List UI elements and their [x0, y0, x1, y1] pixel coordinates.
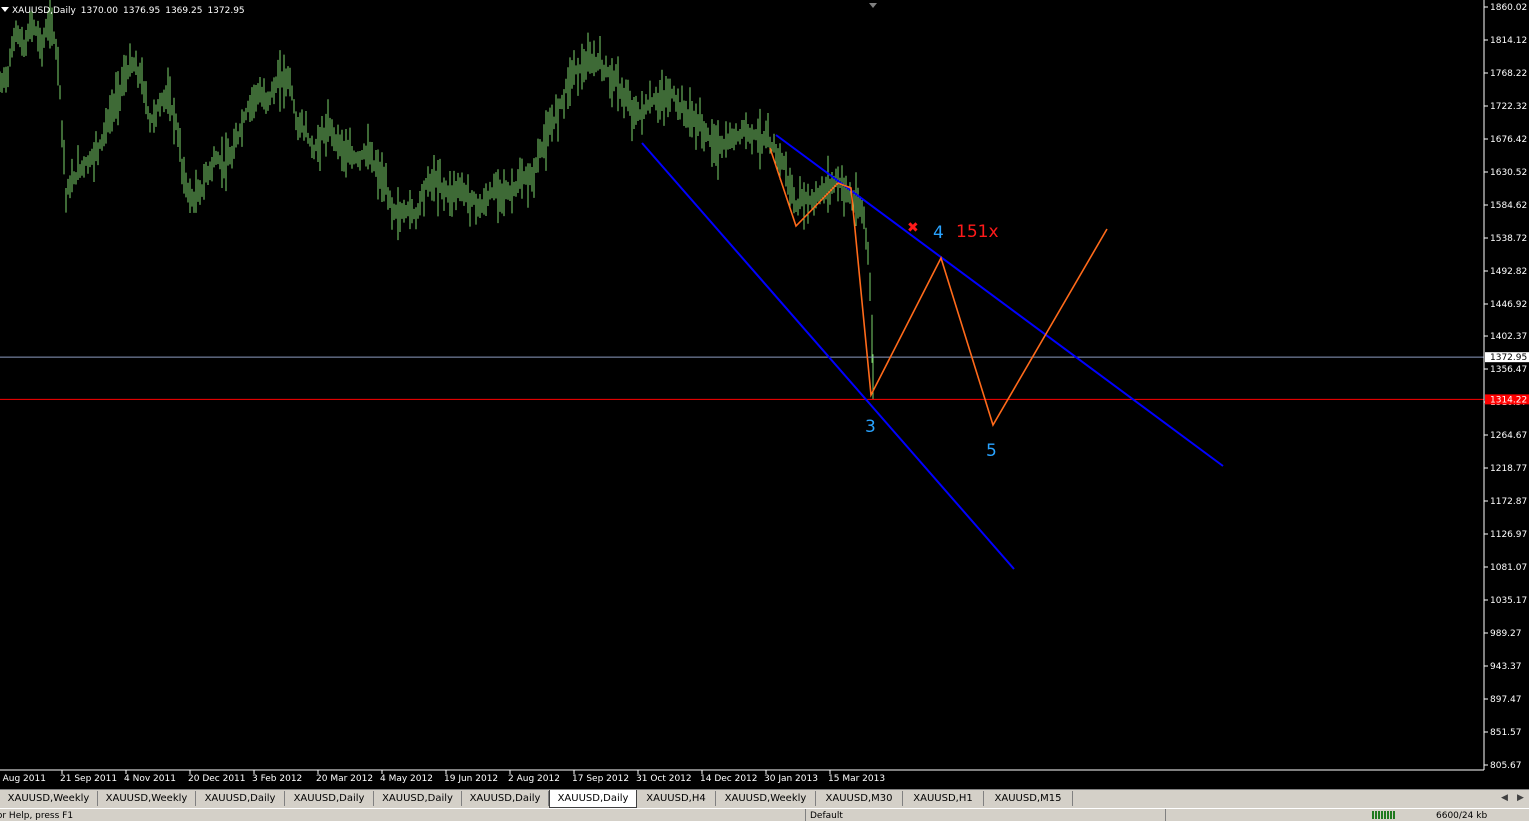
tab-scroll-left-icon[interactable]: ◀	[1501, 793, 1508, 803]
tab-chart-4[interactable]: XAUUSD,Daily	[285, 791, 374, 806]
price-axis-label: 1584.62	[1490, 201, 1527, 211]
price-axis-label: 897.47	[1490, 695, 1522, 705]
chart-header: XAUUSD,Daily 1370.00 1376.95 1369.25 1372.95	[1, 5, 245, 17]
chart-tab-bar: XAUUSD,Weekly XAUUSD,Weekly XAUUSD,Daily…	[0, 789, 1529, 808]
price-axis-label: 1538.72	[1490, 234, 1527, 244]
time-axis-label: 20 Mar 2012	[316, 774, 373, 784]
price-axis-label: 1402.37	[1490, 332, 1527, 342]
status-divider	[1165, 809, 1166, 821]
close-value: 1372.95	[207, 6, 245, 16]
tab-chart-12[interactable]: XAUUSD,M15	[984, 791, 1073, 806]
tab-chart-6[interactable]: XAUUSD,Daily	[462, 791, 549, 806]
price-axis-label: 1768.22	[1490, 69, 1527, 79]
price-chart[interactable]: 3 4 5 151x ✖ 1860.02 1814.12 1768.22 1722.32 1676…	[0, 0, 1529, 789]
price-axis-label: 1356.47	[1490, 365, 1527, 375]
price-axis-label: 1446.92	[1490, 300, 1527, 310]
close-x-icon: ✖	[907, 220, 919, 236]
price-axis-label: 1218.77	[1490, 464, 1527, 474]
price-axis-label: 1126.97	[1490, 530, 1527, 540]
price-axis-label: 989.27	[1490, 629, 1522, 639]
elliott-wave-path[interactable]	[769, 147, 1108, 427]
open-value: 1370.00	[80, 6, 118, 16]
chart-window[interactable]: 3 4 5 151x ✖ 1860.02 1814.12 1768.22 1722.32 1676…	[0, 0, 1529, 789]
tab-chart-9[interactable]: XAUUSD,Weekly	[716, 791, 816, 806]
low-value: 1369.25	[165, 6, 203, 16]
time-axis-label: 19 Jun 2012	[444, 774, 498, 784]
price-axis-label: 1676.42	[1490, 135, 1527, 145]
price-axis-label: 1722.32	[1490, 102, 1527, 112]
tab-chart-3[interactable]: XAUUSD,Daily	[196, 791, 285, 806]
tab-chart-8[interactable]: XAUUSD,H4	[637, 791, 716, 806]
tab-scroll-right-icon[interactable]: ▶	[1517, 793, 1524, 803]
time-axis-label: 14 Dec 2012	[700, 774, 758, 784]
time-axis-label: 3 Feb 2012	[252, 774, 302, 784]
tab-chart-11[interactable]: XAUUSD,H1	[903, 791, 984, 806]
time-axis-label: 3 Aug 2011	[0, 774, 46, 784]
price-axis-label: 943.37	[1490, 662, 1522, 672]
price-axis-label: 851.57	[1490, 728, 1522, 738]
time-axis-label: 2 Aug 2012	[508, 774, 560, 784]
tab-chart-10[interactable]: XAUUSD,M30	[816, 791, 903, 806]
price-axis-label: 1814.12	[1490, 36, 1527, 46]
time-axis-label: 4 Nov 2011	[124, 774, 176, 784]
time-axis-label: 4 May 2012	[380, 774, 433, 784]
time-axis-label: 17 Sep 2012	[572, 774, 629, 784]
time-axis-label: 30 Jan 2013	[764, 774, 818, 784]
high-value: 1376.95	[123, 6, 161, 16]
chart-shift-marker-icon[interactable]	[869, 3, 877, 8]
tab-chart-2[interactable]: XAUUSD,Weekly	[98, 791, 196, 806]
tab-chart-5[interactable]: XAUUSD,Daily	[374, 791, 462, 806]
price-axis-label: 1860.02	[1490, 3, 1527, 13]
wave-label-3: 3	[865, 417, 876, 437]
tab-chart-7-active[interactable]: XAUUSD,Daily	[549, 790, 637, 808]
status-bar: For Help, press F1 Default 6600/24 kb	[0, 808, 1529, 821]
price-axis-label: 1035.17	[1490, 596, 1527, 606]
wave-label-4: 4	[933, 223, 944, 243]
time-axis-label: 15 Mar 2013	[828, 774, 885, 784]
support-price-tag-label: 1314.22	[1490, 395, 1527, 405]
annotation-151x: 151x	[956, 222, 999, 242]
dropdown-triangle-icon[interactable]	[1, 7, 9, 12]
price-axis-label: 1492.82	[1490, 267, 1527, 277]
price-axis-label: 1172.87	[1490, 497, 1527, 507]
time-axis-label: 31 Oct 2012	[636, 774, 692, 784]
price-axis-label: 805.67	[1490, 761, 1522, 771]
price-axis-label: 1081.07	[1490, 563, 1527, 573]
price-axis-label: 1630.52	[1490, 168, 1527, 178]
wave-label-5: 5	[986, 441, 997, 461]
current-price-tag-label: 1372.95	[1490, 353, 1527, 363]
connection-status-icon	[1372, 811, 1396, 819]
status-divider	[805, 809, 806, 821]
time-axis-label: 21 Sep 2011	[60, 774, 117, 784]
chart-symbol: XAUUSD,Daily	[12, 6, 76, 16]
time-axis-label: 20 Dec 2011	[188, 774, 246, 784]
tab-chart-1[interactable]: XAUUSD,Weekly	[0, 791, 98, 806]
price-bars	[0, 0, 873, 363]
price-axis-label: 1264.67	[1490, 431, 1527, 441]
